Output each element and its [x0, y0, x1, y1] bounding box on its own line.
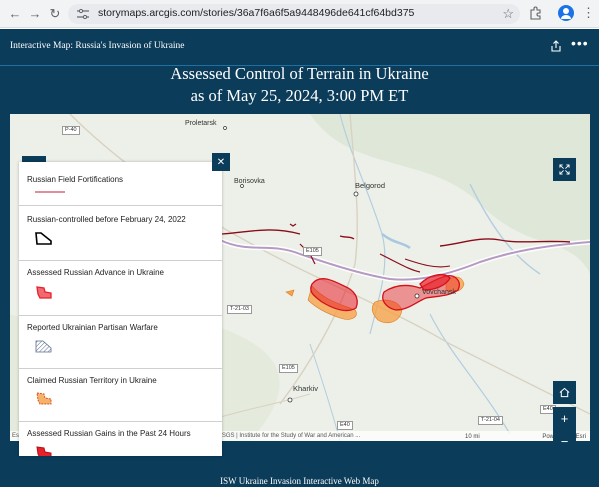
- legend-item: Claimed Russian Territory in Ukraine: [19, 369, 222, 422]
- road-shield: T-21-04: [478, 416, 503, 425]
- road-shield: E105: [303, 247, 322, 256]
- outline-polygon-icon: [35, 232, 52, 245]
- red-polygon-icon: [36, 286, 52, 299]
- orange-polygon-icon: [36, 392, 52, 405]
- forward-arrow-icon[interactable]: →: [26, 5, 44, 23]
- place-label: Proletarsk: [185, 120, 217, 127]
- legend-item: Russian-controlled before February 24, 2…: [19, 206, 222, 261]
- hatched-polygon-icon: [35, 340, 52, 353]
- legend-item: Assessed Russian Gains in the Past 24 Ho…: [19, 422, 222, 456]
- map-scale: 10 mi: [465, 434, 480, 440]
- legend-label: Reported Ukrainian Partisan Warfare: [27, 323, 158, 332]
- zoom-in-button[interactable]: +: [553, 407, 576, 430]
- share-icon[interactable]: [550, 40, 562, 52]
- plus-icon: +: [560, 411, 569, 426]
- place-label: Kharkiv: [293, 384, 319, 393]
- legend-panel: Russian Field Fortifications Russian-con…: [19, 162, 222, 456]
- place-label: Belgorod: [355, 181, 386, 190]
- place-label: Borisovka: [234, 178, 265, 185]
- road-shield: P-40: [62, 126, 80, 135]
- browser-toolbar: ← → ↻ storymaps.arcgis.com/stories/36a7f…: [0, 0, 599, 28]
- back-arrow-icon[interactable]: ←: [6, 5, 24, 23]
- story-footer: ISW Ukraine Invasion Interactive Web Map: [220, 476, 379, 486]
- bookmark-star-icon[interactable]: ☆: [502, 6, 514, 22]
- legend-label: Russian-controlled before February 24, 2…: [27, 215, 186, 224]
- legend-item: Russian Field Fortifications: [19, 162, 222, 206]
- home-icon: [559, 387, 570, 398]
- red-gains-icon: [36, 446, 52, 456]
- legend-label: Claimed Russian Territory in Ukraine: [27, 376, 157, 385]
- browser-menu-icon[interactable]: ⋮: [582, 5, 595, 21]
- expand-icon: [559, 164, 570, 175]
- expand-map-button[interactable]: [553, 158, 576, 181]
- place-label: Vovchansk: [422, 289, 456, 296]
- legend-label: Assessed Russian Gains in the Past 24 Ho…: [27, 429, 191, 438]
- legend-label: Russian Field Fortifications: [27, 175, 124, 184]
- story-title: Interactive Map: Russia's Invasion of Uk…: [10, 41, 185, 51]
- legend-item: Reported Ukrainian Partisan Warfare: [19, 316, 222, 369]
- minus-icon: −: [560, 434, 569, 449]
- reload-icon[interactable]: ↻: [46, 5, 64, 23]
- home-extent-button[interactable]: [553, 381, 576, 404]
- close-legend-button[interactable]: ✕: [212, 153, 230, 171]
- extensions-icon[interactable]: [529, 6, 543, 20]
- headline-date: as of May 25, 2024, 3:00 PM ET: [190, 86, 409, 105]
- close-icon: ✕: [216, 156, 226, 168]
- legend-item: Assessed Russian Advance in Ukraine: [19, 261, 222, 316]
- road-shield: E105: [279, 364, 298, 373]
- headline-title: Assessed Control of Terrain in Ukraine: [170, 64, 429, 83]
- fortification-line-icon: [35, 191, 65, 193]
- headline: Assessed Control of Terrain in Ukraine a…: [0, 63, 599, 107]
- url-text[interactable]: storymaps.arcgis.com/stories/36a7f6a6f5a…: [98, 7, 414, 19]
- more-options-icon[interactable]: •••: [571, 35, 589, 51]
- address-bar[interactable]: storymaps.arcgis.com/stories/36a7f6a6f5a…: [68, 4, 520, 24]
- zoom-out-button[interactable]: −: [553, 430, 576, 453]
- site-settings-icon[interactable]: [77, 9, 89, 19]
- road-shield: T-21-03: [227, 305, 252, 314]
- legend-label: Assessed Russian Advance in Ukraine: [27, 268, 164, 277]
- road-shield: E40: [337, 421, 353, 430]
- profile-icon[interactable]: [558, 5, 574, 21]
